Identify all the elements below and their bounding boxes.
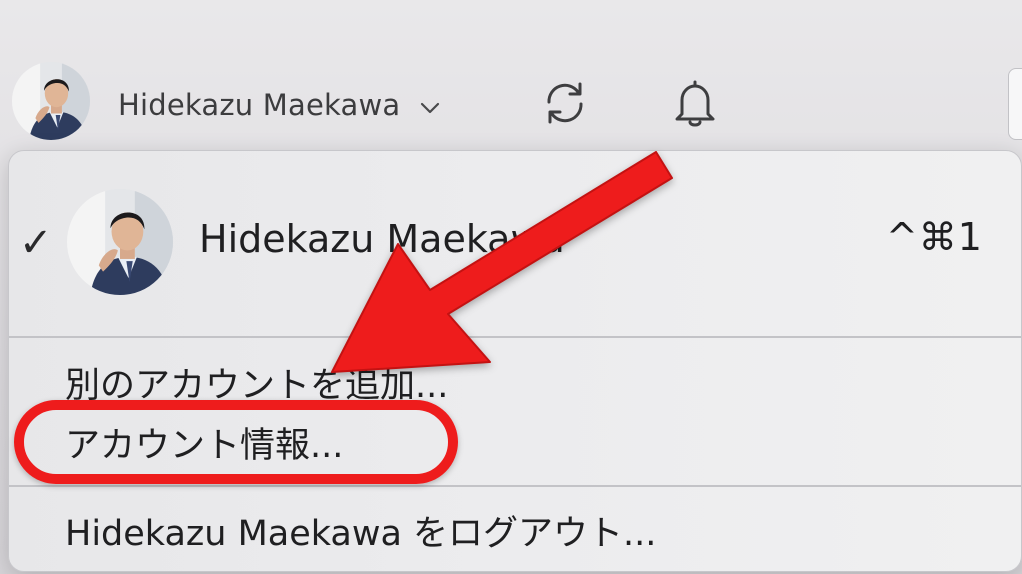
red-arrow-annotation bbox=[331, 151, 673, 373]
